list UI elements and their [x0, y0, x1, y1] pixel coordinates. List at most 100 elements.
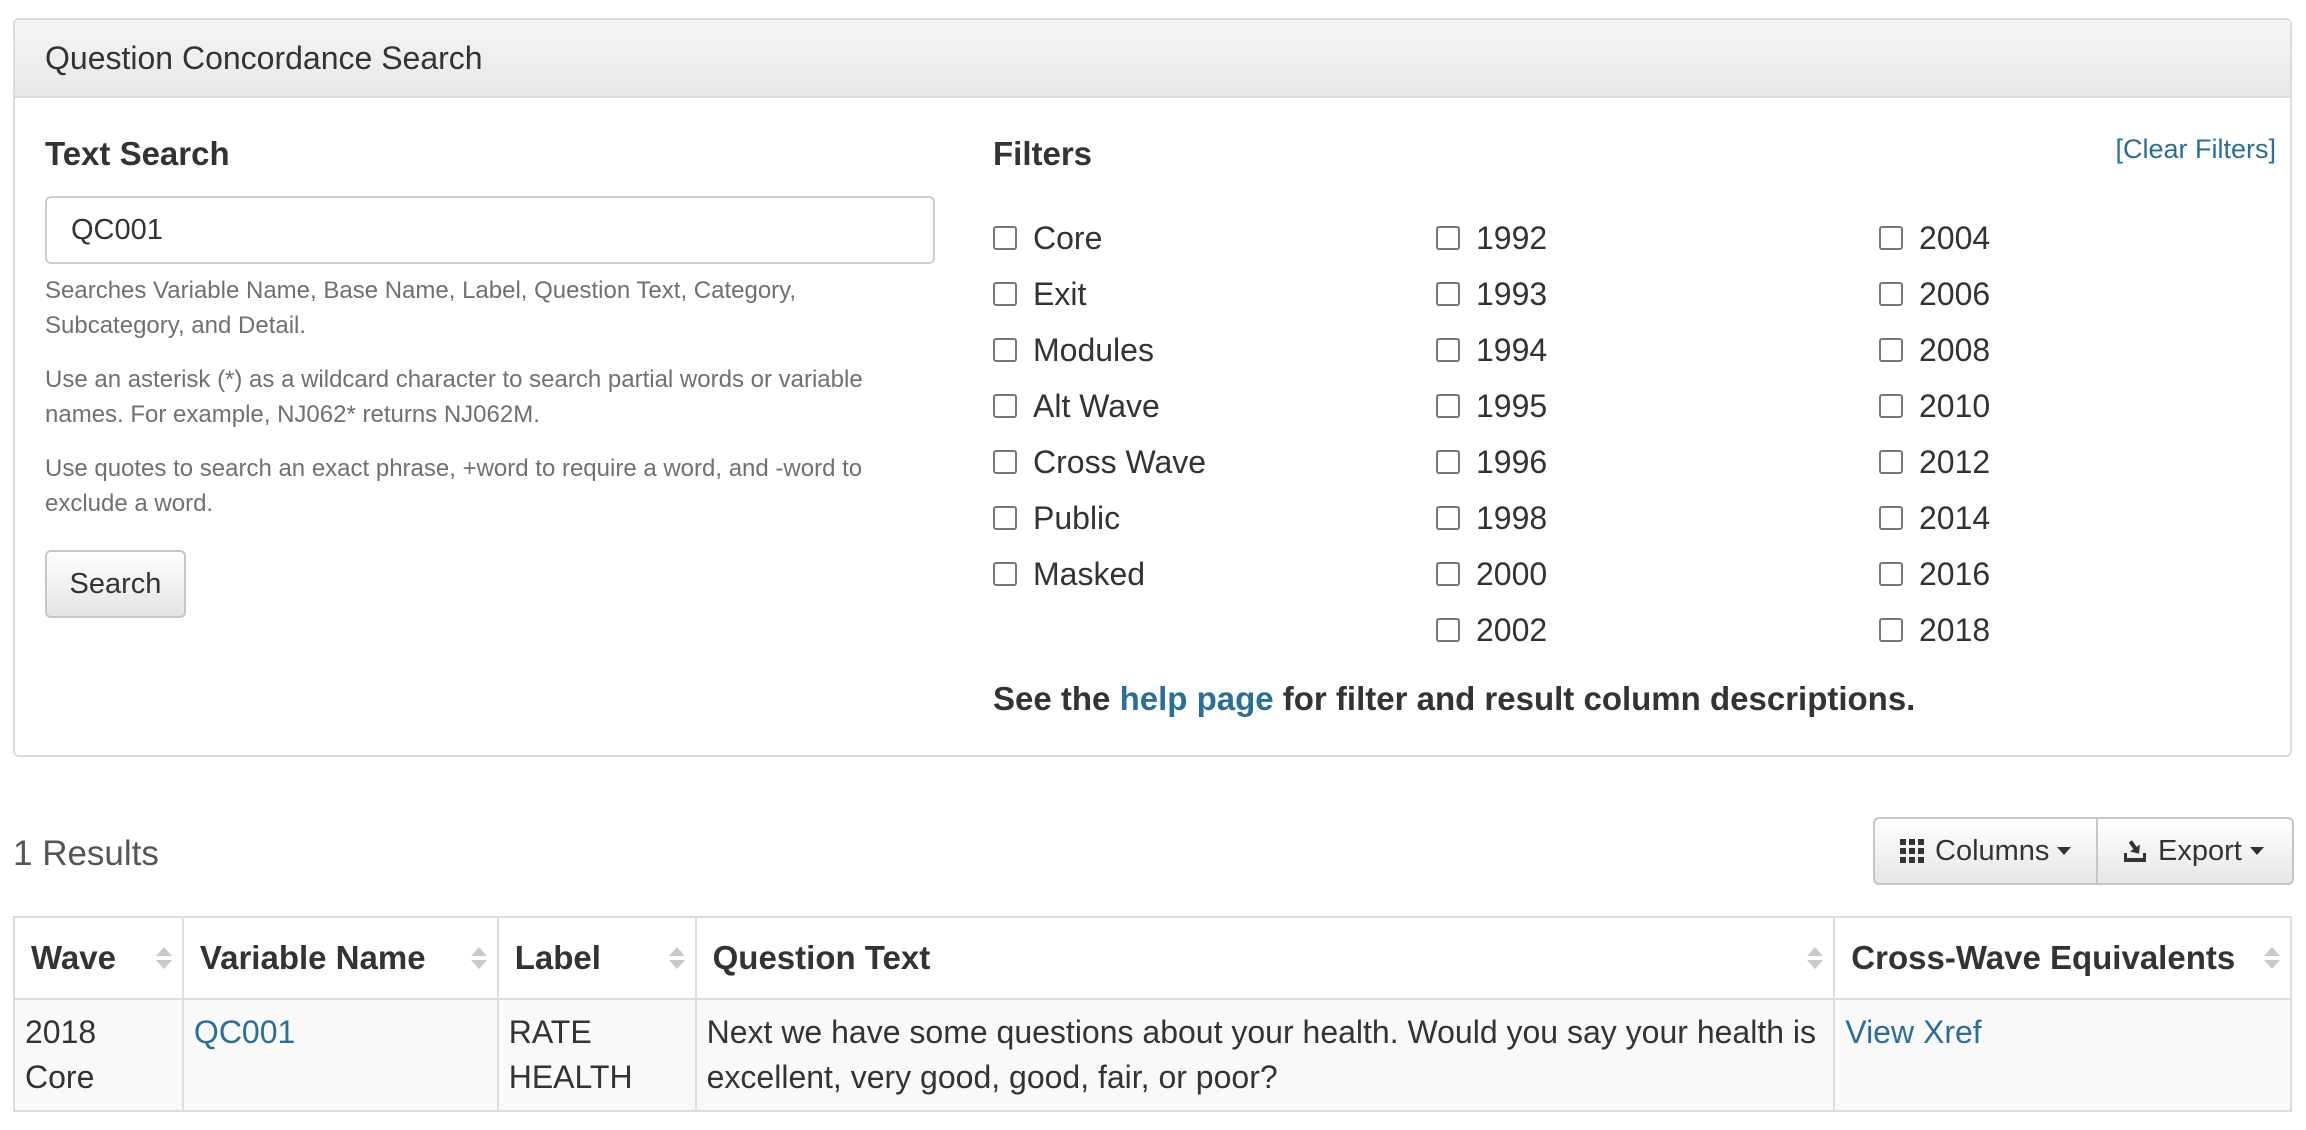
sort-icon [155, 947, 172, 969]
filter-item[interactable]: 2016 [1879, 546, 1990, 602]
filter-item[interactable]: Exit [993, 266, 1206, 322]
filter-checkbox[interactable] [993, 450, 1017, 474]
view-xref-link[interactable]: View Xref [1845, 1014, 1981, 1050]
filter-label: Masked [1033, 555, 1146, 592]
results-table: Wave Variable Name Label Question Text C… [13, 916, 2292, 1112]
filter-item[interactable]: 2000 [1436, 546, 1547, 602]
filter-checkbox[interactable] [1879, 394, 1903, 418]
filter-checkbox[interactable] [1879, 226, 1903, 250]
filter-checkbox[interactable] [1879, 450, 1903, 474]
search-help-wildcard: Use an asterisk (*) as a wildcard charac… [45, 366, 863, 428]
filter-checkbox[interactable] [1436, 618, 1460, 642]
export-icon [2122, 838, 2148, 864]
filter-column-type: Core Exit Modules Alt Wave Cross Wave Public M… [993, 210, 1206, 602]
help-page-note: See the help page for filter and result … [993, 680, 1916, 717]
caret-down-icon [2057, 847, 2072, 855]
filter-checkbox[interactable] [993, 226, 1017, 250]
filter-item[interactable]: Modules [993, 322, 1206, 378]
filter-checkbox[interactable] [993, 562, 1017, 586]
filter-label: 1996 [1476, 443, 1548, 480]
filter-item[interactable]: 2002 [1436, 602, 1547, 658]
export-button[interactable]: Export [2098, 817, 2294, 885]
filter-checkbox[interactable] [1436, 338, 1460, 362]
filter-checkbox[interactable] [993, 394, 1017, 418]
filter-label: 2008 [1919, 331, 1991, 368]
filter-label: 2000 [1476, 555, 1548, 592]
filter-item[interactable]: Public [993, 490, 1206, 546]
filter-label: Modules [1033, 331, 1154, 368]
filter-item[interactable]: Masked [993, 546, 1206, 602]
filter-item[interactable]: Alt Wave [993, 378, 1206, 434]
filter-checkbox[interactable] [993, 282, 1017, 306]
filter-item[interactable]: 2012 [1879, 434, 1990, 490]
filter-checkbox[interactable] [993, 338, 1017, 362]
filter-item[interactable]: 2010 [1879, 378, 1990, 434]
search-button[interactable]: Search [45, 550, 186, 618]
filter-item[interactable]: 1992 [1436, 210, 1547, 266]
filter-item[interactable]: 1993 [1436, 266, 1547, 322]
filter-checkbox[interactable] [1436, 506, 1460, 530]
filter-column-years-late: 2004 2006 2008 2010 2012 2014 2016 2018 [1879, 210, 1990, 658]
filter-checkbox[interactable] [1879, 282, 1903, 306]
filter-item[interactable]: 1998 [1436, 490, 1547, 546]
filter-label: 1994 [1476, 331, 1548, 368]
filter-label: 2010 [1919, 387, 1991, 424]
filter-checkbox[interactable] [1879, 618, 1903, 642]
filter-column-years-early: 1992 1993 1994 1995 1996 1998 2000 2002 [1436, 210, 1547, 658]
filter-item[interactable]: 2014 [1879, 490, 1990, 546]
filter-label: 2006 [1919, 275, 1991, 312]
sort-icon [470, 947, 487, 969]
filter-item[interactable]: 2008 [1879, 322, 1990, 378]
filter-checkbox[interactable] [993, 506, 1017, 530]
filter-item[interactable]: 1994 [1436, 322, 1547, 378]
clear-filters-link[interactable]: [Clear Filters] [2115, 134, 2276, 165]
filter-label: Public [1033, 499, 1121, 536]
text-search-section: Text Search Searches Variable Name, Base… [45, 132, 935, 618]
column-header-wave[interactable]: Wave [13, 916, 184, 1000]
filter-label: Core [1033, 219, 1103, 256]
variable-name-link[interactable]: QC001 [194, 1014, 295, 1050]
column-header-variable-name[interactable]: Variable Name [181, 916, 499, 1000]
filter-item[interactable]: 2006 [1879, 266, 1990, 322]
filter-checkbox[interactable] [1436, 282, 1460, 306]
column-header-cross-wave-equivalents[interactable]: Cross-Wave Equivalents [1833, 916, 2292, 1000]
filter-label: 2014 [1919, 499, 1991, 536]
filter-item[interactable]: Cross Wave [993, 434, 1206, 490]
filter-item[interactable]: Core [993, 210, 1206, 266]
column-header-label[interactable]: Label [496, 916, 697, 1000]
filter-label: 2012 [1919, 443, 1991, 480]
filter-label: 1995 [1476, 387, 1548, 424]
column-header-question-text[interactable]: Question Text [694, 916, 1836, 1000]
table-row: 2018 Core QC001 RATE HEALTH Next we have… [13, 998, 2292, 1112]
sort-icon [668, 947, 685, 969]
filter-label: Alt Wave [1033, 387, 1160, 424]
filter-label: Cross Wave [1033, 443, 1207, 480]
filter-item[interactable]: 2018 [1879, 602, 1990, 658]
help-page-link[interactable]: help page [1120, 680, 1274, 717]
filter-checkbox[interactable] [1879, 506, 1903, 530]
filter-item[interactable]: 2004 [1879, 210, 1990, 266]
table-toolbar: Columns Export [1873, 817, 2294, 885]
filter-checkbox[interactable] [1436, 450, 1460, 474]
search-input[interactable] [45, 196, 935, 264]
grid-icon [1899, 838, 1925, 864]
columns-button-label: Columns [1935, 834, 2050, 867]
cell-xref: View Xref [1833, 998, 2292, 1112]
search-panel: Question Concordance Search Text Search … [13, 18, 2292, 757]
filters-section: Filters [Clear Filters] Core Exit Modules A… [993, 132, 2276, 717]
filter-checkbox[interactable] [1436, 562, 1460, 586]
filter-item[interactable]: 1995 [1436, 378, 1547, 434]
table-header-row: Wave Variable Name Label Question Text C… [13, 916, 2292, 1000]
filter-item[interactable]: 1996 [1436, 434, 1547, 490]
filter-checkbox[interactable] [1879, 338, 1903, 362]
filter-checkbox[interactable] [1436, 226, 1460, 250]
page: Question Concordance Search Text Search … [0, 0, 2306, 1130]
filter-checkbox[interactable] [1436, 394, 1460, 418]
filter-checkbox[interactable] [1879, 562, 1903, 586]
cell-wave: 2018 Core [13, 998, 184, 1112]
filter-label: 1993 [1476, 275, 1548, 312]
columns-button[interactable]: Columns [1873, 817, 2098, 885]
export-button-label: Export [2158, 834, 2242, 867]
filter-label: Exit [1033, 275, 1087, 312]
caret-down-icon [2249, 847, 2264, 855]
